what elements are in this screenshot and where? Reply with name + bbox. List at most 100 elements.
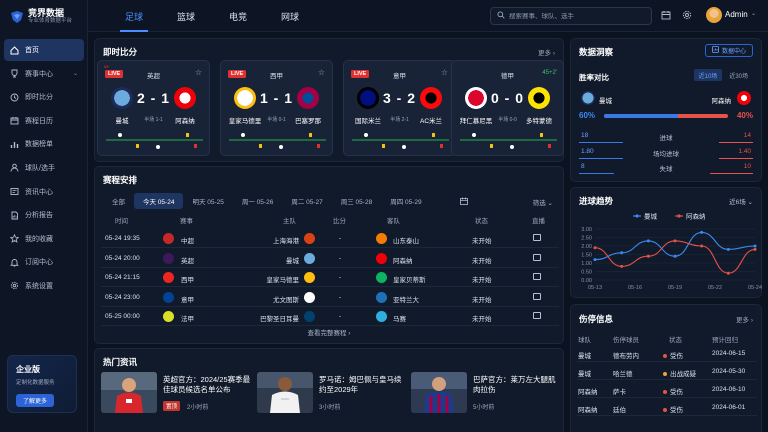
gear-icon[interactable] [681,9,693,21]
league-name: 意甲 [393,73,406,80]
table-row[interactable]: 05-24 23:00 意甲 尤文图斯 - 亚特兰大 未开始 [101,288,559,307]
table-row[interactable]: 05-24 20:00 英超 曼城 - 阿森纳 未开始 [101,249,559,268]
chart-icon [10,140,19,149]
sidebar-item-events[interactable]: 赛事中心 ⌄ [4,63,84,85]
user-name[interactable]: Admin [725,10,748,19]
tab-monday[interactable]: 周一 05-26 [233,193,282,209]
live-match-card[interactable]: LIVE 意甲 ☆ 3 - 2 国际米兰 AC米兰 半场 2-1 [343,60,456,156]
tv-icon[interactable] [533,312,541,319]
stat-label: 场均进球 [653,150,679,158]
sidebar-item-label: 系统设置 [25,282,53,290]
view-full-schedule-link[interactable]: 查看完整赛程 › [95,327,563,337]
date-tabs: 全部 今天 05-24 明天 05-25 周一 05-26 周二 05-27 周… [103,193,431,209]
more-link[interactable]: 更多 › [538,47,555,57]
tab-tennis[interactable]: 网球 [264,0,316,32]
sidebar-item-rankings[interactable]: 数据榜单 [4,133,84,155]
star-icon[interactable]: ☆ [318,68,325,77]
live-match-card[interactable]: 德甲 45+2' 0 - 0 拜仁慕尼黑 多特蒙德 半场 0-0 [451,60,564,156]
table-row[interactable]: 05-24 19:35 中超 上海海港 - 山东泰山 未开始 [101,229,559,248]
red-card-icon [548,144,551,148]
panel-title: 赛程安排 [103,175,138,185]
goal-icon [510,145,514,149]
table-row[interactable]: 阿森纳 萨卡 受伤 2024-06-10 [577,381,757,398]
event-timeline [106,133,203,149]
avatar[interactable] [706,7,722,23]
tv-icon[interactable] [533,253,541,261]
home-team: 皇家马德里 [266,277,300,284]
tab-tuesday[interactable]: 周二 05-27 [282,193,331,209]
stat-row: 1.80 场均进球 1.40 [579,145,753,159]
timeline-bar [352,139,449,141]
filter-button[interactable]: 筛选 ⌄ [533,197,553,207]
news-item[interactable]: 罗马诺：姆巴佩与皇马续约至2029年 3小时前 [257,372,407,417]
calendar-icon[interactable] [660,9,672,21]
data-point [620,251,624,255]
tab-basketball[interactable]: 篮球 [160,0,212,32]
sidebar-item-favorites[interactable]: 我的收藏 [4,228,84,250]
sidebar-item-news[interactable]: 资讯中心 [4,181,84,203]
x-tick-label: 05-16 [628,285,642,291]
yellow-card-icon [490,144,493,148]
tab-thursday[interactable]: 周四 05-29 [381,193,430,209]
match-status: 未开始 [472,257,492,265]
live-match-card[interactable]: LIVE 68' 英超 ☆ 2 - 1 曼城 阿森纳 半场 1-1 [97,60,210,156]
col-away: 客队 [387,218,400,225]
sidebar-item-calendar[interactable]: 赛程日历 [4,110,84,132]
tab-today[interactable]: 今天 05-24 [134,193,184,209]
col-time: 时间 [115,218,128,225]
sidebar-item-teams[interactable]: 球队/选手 [4,157,84,179]
range-last-30[interactable]: 近30场 [724,69,753,81]
calendar-icon[interactable] [460,197,468,207]
table-row[interactable]: 曼城 德布劳内 受伤 2024-06-15 [577,345,757,362]
search-input[interactable] [509,12,649,20]
news-thumbnail [257,372,313,413]
table-row[interactable]: 阿森纳 廷伯 受伤 2024-06-01 [577,399,757,416]
match-status: 未开始 [472,238,492,245]
news-time: 3小时前 [319,405,341,411]
sidebar-item-home[interactable]: 首页 [4,39,84,61]
news-item[interactable]: 英超官方：2024/25赛季最佳球员候选名单公布 置顶 2小时前 [101,372,251,417]
league-name: 英超 [147,73,160,80]
top-bar: 足球 篮球 电竞 网球 Admin ⌄ [88,0,768,32]
chevron-down-icon: ⌄ [547,200,553,207]
panel-title: 热门资讯 [103,357,138,367]
promo-title: 企业版 [16,365,40,374]
star-icon[interactable]: ☆ [195,68,202,77]
database-icon [712,46,719,55]
tab-tomorrow[interactable]: 明天 05-25 [183,193,232,209]
chevron-down-icon[interactable]: ⌄ [751,10,756,17]
injury-return: 2024-06-01 [712,404,746,411]
live-match-card[interactable]: LIVE 西甲 ☆ 1 - 1 皇家马德里 巴塞罗那 半场 0-1 [220,60,333,156]
news-item[interactable]: 巴萨官方：莱万左大腿肌肉拉伤 5小时前 [411,372,561,417]
home-win-pct: 60% [579,111,596,120]
y-tick-label: 0.00 [581,278,592,284]
tab-wednesday[interactable]: 周三 05-28 [332,193,381,209]
sidebar-item-reports[interactable]: 分析报告 [4,204,84,226]
sidebar-item-live[interactable]: 即时比分 [4,86,84,108]
more-link[interactable]: 更多 › [736,314,753,324]
injury-status-label: 受伤 [670,407,683,414]
sidebar-item-settings[interactable]: 系统设置 [4,275,84,297]
match-score: 1 - 1 [259,90,293,106]
table-row[interactable]: 05-24 21:15 西甲 皇家马德里 - 皇家贝蒂斯 未开始 [101,268,559,287]
away-team: 阿森纳 [711,98,732,105]
table-row[interactable]: 曼城 哈兰德 出战成疑 2024-05-30 [577,363,757,380]
league-icon [163,291,174,303]
sidebar-item-subscriptions[interactable]: 订阅中心 [4,251,84,273]
tv-icon[interactable] [533,273,541,280]
injury-status-label: 出战成疑 [670,371,696,378]
tv-icon[interactable] [533,292,541,300]
learn-more-button[interactable]: 了解更多 [16,394,54,407]
x-tick-label: 05-22 [708,285,722,291]
table-row[interactable]: 05-25 00:00 法甲 巴黎圣日耳曼 - 马赛 未开始 [101,307,559,326]
data-center-button[interactable]: 数据中心 [704,44,753,57]
star-icon[interactable]: ☆ [441,68,448,77]
range-last-10[interactable]: 近10场 [693,69,723,81]
data-point [593,246,597,250]
tv-icon[interactable] [533,234,541,241]
tab-football[interactable]: 足球 [108,0,160,32]
panel-title: 数据洞察 [579,47,614,57]
brand-logo[interactable]: 竞界数据 专业体育数据平台 [10,8,72,25]
tab-esports[interactable]: 电竞 [212,0,264,32]
tab-all[interactable]: 全部 [103,193,134,209]
